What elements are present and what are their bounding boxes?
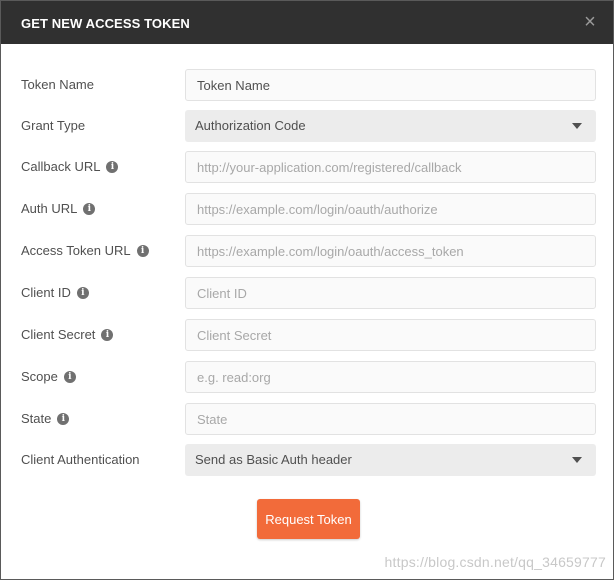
client-authentication-value: Send as Basic Auth header [195,452,352,467]
scope-row: Scope i [1,361,613,393]
close-icon[interactable]: × [579,10,601,34]
watermark-text: https://blog.csdn.net/qq_34659777 [384,554,606,570]
info-icon[interactable]: i [76,286,89,299]
callback-url-input[interactable] [186,152,595,182]
chevron-down-icon [572,123,582,129]
get-access-token-dialog: GET NEW ACCESS TOKEN × Token Name Grant … [0,0,614,580]
grant-type-select[interactable]: Authorization Code [185,110,596,142]
token-name-field [185,69,596,101]
grant-type-label: Grant Type [21,118,86,133]
grant-type-value: Authorization Code [195,118,306,133]
token-name-row: Token Name [1,69,613,101]
token-name-input[interactable] [186,70,595,100]
info-icon[interactable]: i [106,160,119,173]
client-id-row: Client ID i [1,277,613,309]
access-token-url-field [185,235,596,267]
info-icon[interactable]: i [63,370,76,383]
dialog-header: GET NEW ACCESS TOKEN × [1,1,613,44]
client-authentication-select[interactable]: Send as Basic Auth header [185,444,596,476]
info-icon[interactable]: i [136,244,149,257]
client-secret-row: Client Secret i [1,319,613,351]
callback-url-label: Callback URL i [21,159,119,174]
scope-input[interactable] [186,362,595,392]
state-field [185,403,596,435]
auth-url-label: Auth URL i [21,201,96,216]
client-authentication-label: Client Authentication [21,452,140,467]
scope-field [185,361,596,393]
token-name-label: Token Name [21,77,94,92]
auth-url-row: Auth URL i [1,193,613,225]
client-id-input[interactable] [186,278,595,308]
callback-url-field [185,151,596,183]
access-token-url-label: Access Token URL i [21,243,149,258]
access-token-url-input[interactable] [186,236,595,266]
info-icon[interactable]: i [57,412,70,425]
auth-url-input[interactable] [186,194,595,224]
grant-type-row: Grant Type Authorization Code [1,110,613,142]
state-label: State i [21,411,70,426]
callback-url-row: Callback URL i [1,151,613,183]
info-icon[interactable]: i [101,328,114,341]
scope-label: Scope i [21,369,76,384]
dialog-title: GET NEW ACCESS TOKEN [21,16,190,31]
client-secret-label: Client Secret i [21,327,114,342]
client-id-label: Client ID i [21,285,89,300]
auth-url-field [185,193,596,225]
access-token-url-row: Access Token URL i [1,235,613,267]
state-input[interactable] [186,404,595,434]
info-icon[interactable]: i [83,202,96,215]
request-token-button[interactable]: Request Token [257,499,360,539]
state-row: State i [1,403,613,435]
client-secret-field [185,319,596,351]
client-authentication-row: Client Authentication Send as Basic Auth… [1,444,613,476]
client-id-field [185,277,596,309]
chevron-down-icon [572,457,582,463]
client-secret-input[interactable] [186,320,595,350]
